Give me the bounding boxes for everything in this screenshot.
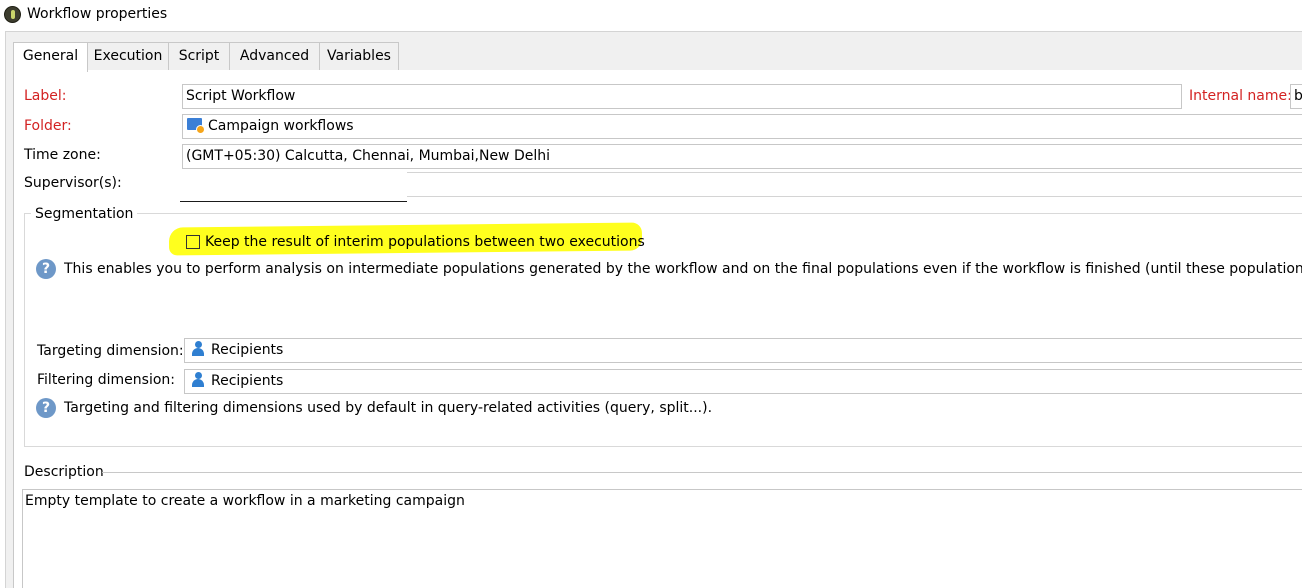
targeting-dimension-caption: Targeting dimension: (37, 343, 184, 359)
keep-result-label[interactable]: Keep the result of interim populations b… (205, 234, 645, 250)
tab-variables[interactable]: Variables (319, 42, 399, 71)
window-title: Workflow properties (27, 6, 168, 22)
tab-script[interactable]: Script (168, 42, 230, 71)
recipient-icon (192, 372, 204, 387)
keep-result-help-text: This enables you to perform analysis on … (64, 261, 1302, 277)
label-input[interactable]: Script Workflow (182, 84, 1182, 109)
tab-advanced[interactable]: Advanced (229, 42, 320, 71)
timezone-caption: Time zone: (24, 147, 101, 163)
folder-field[interactable]: Campaign workflows (182, 114, 1302, 139)
targeting-dimension-field[interactable]: Recipients (184, 338, 1302, 363)
recipient-icon (192, 341, 204, 356)
supervisor-field-frame (407, 172, 1302, 197)
timezone-select[interactable]: (GMT+05:30) Calcutta, Chennai, Mumbai,Ne… (182, 144, 1302, 169)
tab-execution[interactable]: Execution (87, 42, 169, 71)
description-separator (102, 472, 1302, 473)
description-legend: Description (24, 464, 104, 480)
supervisor-input[interactable] (180, 172, 407, 202)
filtering-dimension-caption: Filtering dimension: (37, 372, 176, 388)
help-icon: ? (36, 398, 56, 418)
title-bar: Workflow properties (0, 0, 1302, 31)
tab-general[interactable]: General (13, 42, 88, 72)
app-logo-icon (4, 6, 21, 23)
filtering-dimension-value: Recipients (211, 373, 284, 389)
supervisor-underline (180, 201, 407, 202)
folder-icon (186, 117, 205, 134)
targeting-dimension-value: Recipients (211, 342, 284, 358)
internal-name-caption: Internal name: (1189, 88, 1292, 104)
internal-name-input[interactable]: b (1290, 84, 1302, 109)
label-caption: Label: (24, 88, 67, 104)
folder-value: Campaign workflows (208, 118, 354, 134)
filtering-dimension-field[interactable]: Recipients (184, 369, 1302, 394)
help-icon: ? (36, 259, 56, 279)
folder-caption: Folder: (24, 118, 72, 134)
segmentation-legend: Segmentation (31, 206, 138, 222)
dimensions-help-text: Targeting and filtering dimensions used … (64, 400, 713, 416)
keep-result-checkbox[interactable] (186, 235, 200, 249)
supervisor-caption: Supervisor(s): (24, 175, 122, 191)
description-textarea[interactable]: Empty template to create a workflow in a… (22, 489, 1302, 588)
